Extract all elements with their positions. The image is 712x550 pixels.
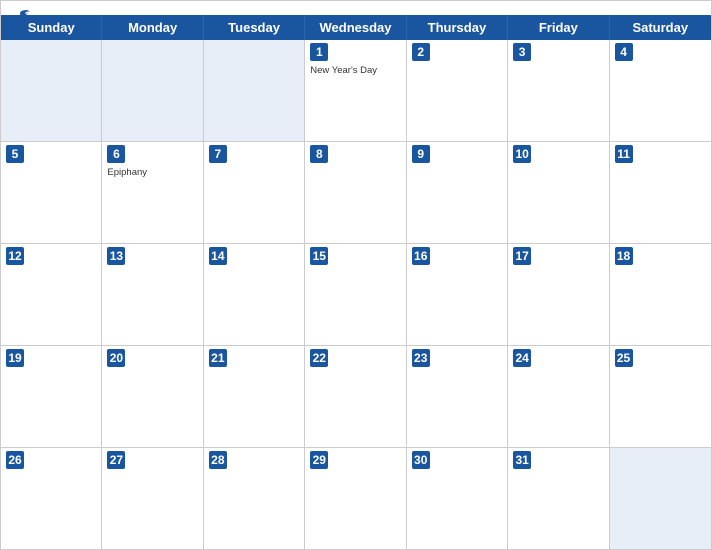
calendar-day: 27	[102, 448, 203, 549]
day-number: 2	[412, 43, 430, 61]
calendar-day: 15	[305, 244, 406, 345]
calendar-day: 4	[610, 40, 711, 141]
calendar-day: 17	[508, 244, 609, 345]
day-number: 12	[6, 247, 24, 265]
day-number: 3	[513, 43, 531, 61]
calendar-day: 10	[508, 142, 609, 243]
calendar-day: 21	[204, 346, 305, 447]
day-number: 29	[310, 451, 328, 469]
day-number: 4	[615, 43, 633, 61]
week-row-4: 19 20 21 22 23 24 25	[1, 346, 711, 448]
day-number: 10	[513, 145, 531, 163]
day-number: 6	[107, 145, 125, 163]
calendar-container: SundayMondayTuesdayWednesdayThursdayFrid…	[0, 0, 712, 550]
day-number: 9	[412, 145, 430, 163]
week-row-1: 1 New Year's Day 2 3 4	[1, 40, 711, 142]
logo-blue	[17, 9, 33, 23]
calendar-day	[204, 40, 305, 141]
day-number: 30	[412, 451, 430, 469]
day-header-monday: Monday	[102, 15, 203, 40]
day-number	[209, 43, 227, 61]
calendar-day: 31	[508, 448, 609, 549]
calendar-day: 7	[204, 142, 305, 243]
day-number: 26	[6, 451, 24, 469]
week-row-2: 5 6 Epiphany 7 8 9 10 11	[1, 142, 711, 244]
day-number: 1	[310, 43, 328, 61]
calendar-day: 5	[1, 142, 102, 243]
day-number: 21	[209, 349, 227, 367]
day-headers: SundayMondayTuesdayWednesdayThursdayFrid…	[1, 15, 711, 40]
day-header-friday: Friday	[508, 15, 609, 40]
calendar-day: 2	[407, 40, 508, 141]
day-number: 28	[209, 451, 227, 469]
logo-bird-icon	[17, 9, 31, 23]
calendar-day: 26	[1, 448, 102, 549]
calendar-day: 24	[508, 346, 609, 447]
day-number: 20	[107, 349, 125, 367]
calendar-day: 8	[305, 142, 406, 243]
day-number: 22	[310, 349, 328, 367]
calendar-day: 30	[407, 448, 508, 549]
day-number: 13	[107, 247, 125, 265]
day-header-tuesday: Tuesday	[204, 15, 305, 40]
day-number: 11	[615, 145, 633, 163]
day-number: 27	[107, 451, 125, 469]
calendar-day: 12	[1, 244, 102, 345]
calendar-day: 1 New Year's Day	[305, 40, 406, 141]
calendar-day: 16	[407, 244, 508, 345]
calendar-day: 18	[610, 244, 711, 345]
calendar-day: 22	[305, 346, 406, 447]
calendar-day: 20	[102, 346, 203, 447]
logo	[17, 9, 33, 23]
calendar-header	[1, 1, 711, 15]
calendar-day: 11	[610, 142, 711, 243]
calendar-day	[102, 40, 203, 141]
day-number	[615, 451, 633, 469]
day-number: 18	[615, 247, 633, 265]
day-number: 25	[615, 349, 633, 367]
calendar-day: 28	[204, 448, 305, 549]
calendar-day: 9	[407, 142, 508, 243]
calendar-day: 25	[610, 346, 711, 447]
day-number: 31	[513, 451, 531, 469]
calendar-day: 29	[305, 448, 406, 549]
day-number: 17	[513, 247, 531, 265]
day-number: 14	[209, 247, 227, 265]
day-header-saturday: Saturday	[610, 15, 711, 40]
calendar-day: 3	[508, 40, 609, 141]
calendar-day: 14	[204, 244, 305, 345]
day-number: 23	[412, 349, 430, 367]
calendar-day	[1, 40, 102, 141]
calendar-day: 6 Epiphany	[102, 142, 203, 243]
day-number: 15	[310, 247, 328, 265]
day-header-thursday: Thursday	[407, 15, 508, 40]
calendar-grid: 1New Year's Day23456Epiphany789101112131…	[1, 40, 711, 549]
week-row-5: 26 27 28 29 30 31	[1, 448, 711, 549]
calendar-day: 19	[1, 346, 102, 447]
day-header-wednesday: Wednesday	[305, 15, 406, 40]
day-number: 24	[513, 349, 531, 367]
day-number: 7	[209, 145, 227, 163]
day-number	[6, 43, 24, 61]
day-number: 8	[310, 145, 328, 163]
holiday-label: Epiphany	[107, 167, 197, 178]
day-number: 5	[6, 145, 24, 163]
calendar-day	[610, 448, 711, 549]
day-number: 19	[6, 349, 24, 367]
calendar-day: 13	[102, 244, 203, 345]
day-number: 16	[412, 247, 430, 265]
holiday-label: New Year's Day	[310, 65, 400, 76]
calendar-day: 23	[407, 346, 508, 447]
day-number	[107, 43, 125, 61]
week-row-3: 12 13 14 15 16 17 18	[1, 244, 711, 346]
